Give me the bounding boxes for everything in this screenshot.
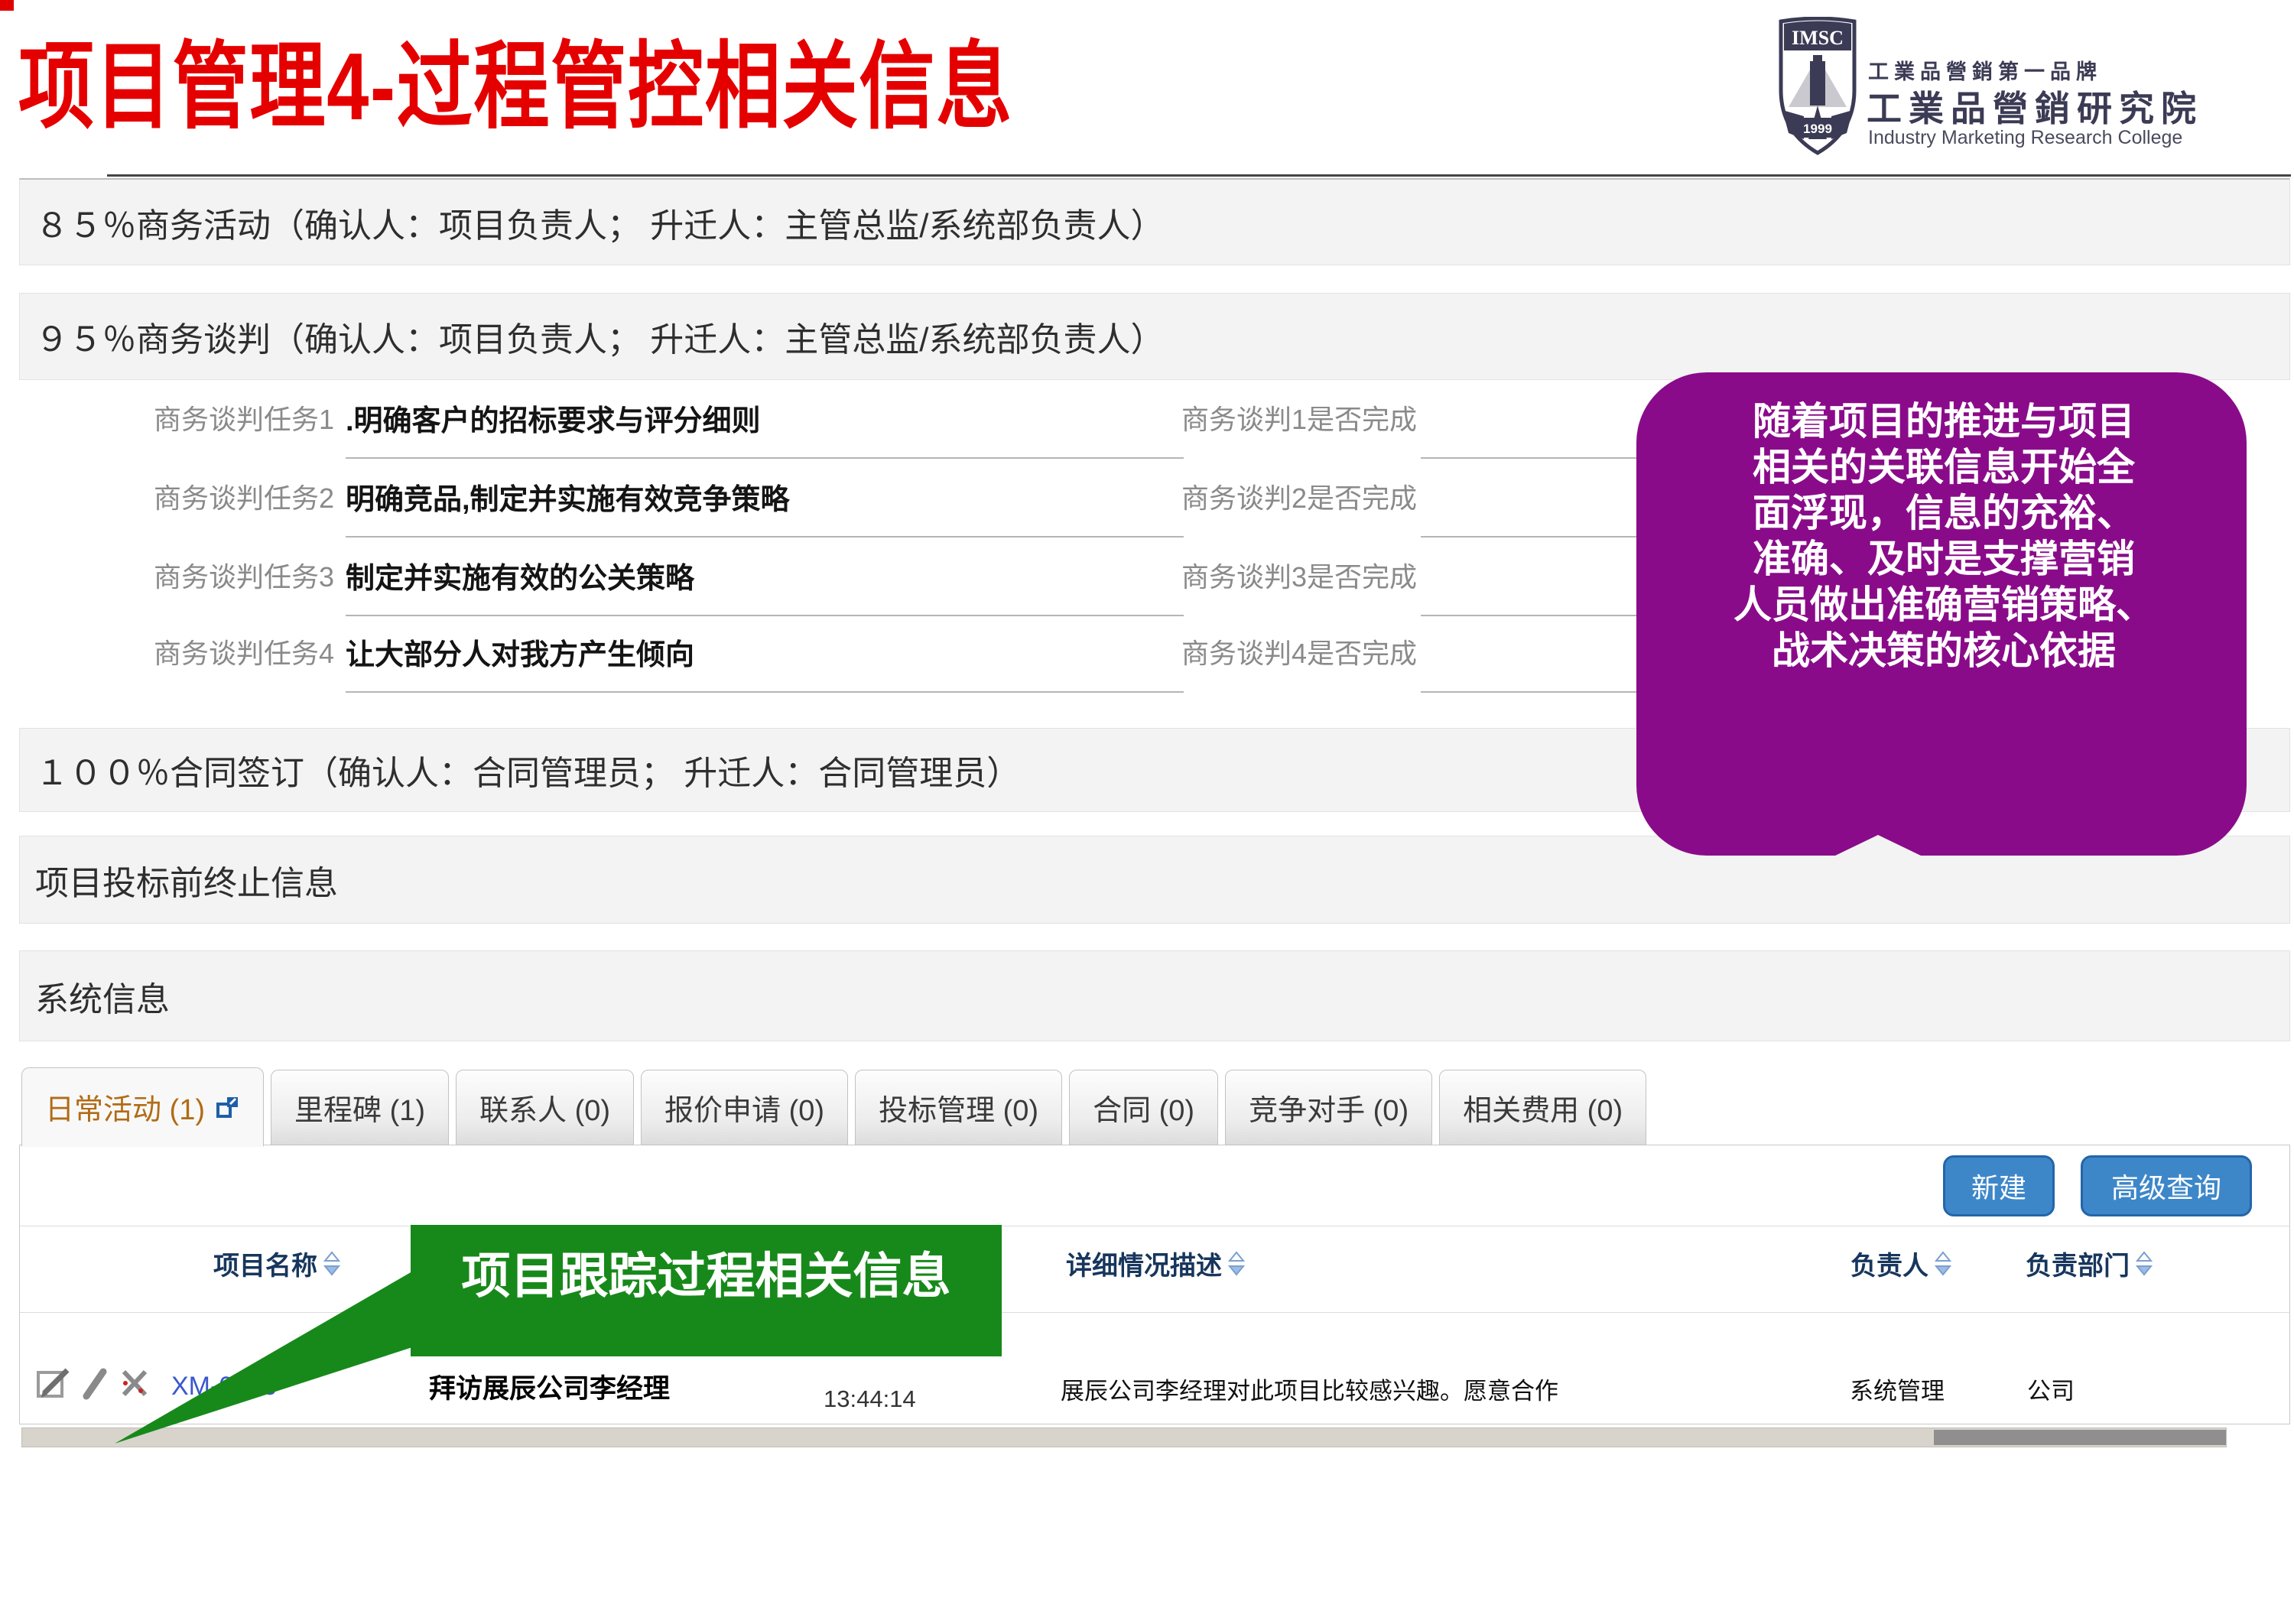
section-bar-system-info: 系统信息	[19, 950, 2290, 1041]
tab-related-costs[interactable]: 相关费用 (0)	[1439, 1070, 1646, 1145]
sort-icon	[1228, 1251, 1245, 1277]
green-callout-arrow	[107, 1254, 436, 1453]
activity-time-cell: 13:44:14	[824, 1385, 916, 1413]
column-header-label: 负责人	[1850, 1245, 1928, 1282]
description-cell: 展辰公司李经理对此项目比较感兴趣。愿意合作	[1061, 1372, 1558, 1406]
sort-icon	[1935, 1251, 1951, 1277]
column-header-description[interactable]: 详细情况描述	[1066, 1245, 1245, 1282]
field-value: 制定并实施有效的公关策略	[346, 554, 694, 596]
tab-label: 日常活动 (1)	[45, 1086, 205, 1128]
green-annotation-callout: 项目跟踪过程相关信息	[411, 1225, 1002, 1356]
page-title: 项目管理4-过程管控相关信息	[18, 40, 1013, 135]
column-header-department[interactable]: 负责部门	[2026, 1245, 2153, 1282]
purple-annotation-bubble: 随着项目的推进与项目 相关的关联信息开始全 面浮现，信息的充裕、 准确、及时是支…	[1636, 372, 2247, 856]
tab-label: 相关费用 (0)	[1463, 1086, 1623, 1129]
tab-contacts[interactable]: 联系人 (0)	[456, 1070, 634, 1145]
field-value: 明确竞品,制定并实施有效竞争策略	[346, 476, 790, 518]
field-label: 商务谈判任务1	[154, 398, 334, 437]
tab-quotation-request[interactable]: 报价申请 (0)	[641, 1070, 848, 1145]
tab-daily-activity[interactable]: 日常活动 (1)	[21, 1067, 264, 1147]
section-bar-business-activity: ８５％商务活动（确认人：项目负责人； 升迁人：主管总监/系统部负责人）	[19, 178, 2290, 265]
section-bar-label: 项目投标前终止信息	[35, 856, 338, 905]
scrollbar-thumb[interactable]	[1934, 1430, 2226, 1445]
svg-text:1999: 1999	[1803, 122, 1832, 136]
status-field-label: 商务谈判4是否完成	[1181, 632, 1411, 671]
tab-milestone[interactable]: 里程碑 (1)	[271, 1070, 449, 1145]
status-field-label: 商务谈判2是否完成	[1181, 476, 1411, 516]
tab-label: 里程碑 (1)	[294, 1086, 425, 1129]
tab-competitors[interactable]: 竞争对手 (0)	[1225, 1070, 1432, 1145]
logo-org-name: 工業品營銷研究院	[1867, 81, 2203, 132]
svg-text:IMSC: IMSC	[1792, 27, 1844, 49]
purple-bubble-tail	[1834, 835, 1922, 856]
sort-icon	[2136, 1251, 2153, 1277]
tab-label: 联系人 (0)	[479, 1086, 610, 1129]
popout-icon[interactable]	[216, 1095, 240, 1119]
activity-name-cell: 拜访展辰公司李经理	[429, 1367, 670, 1406]
slide-corner-mark	[0, 0, 14, 11]
open-record-icon[interactable]	[35, 1366, 72, 1401]
tab-label: 投标管理 (0)	[879, 1086, 1038, 1129]
tab-label: 报价申请 (0)	[664, 1086, 824, 1129]
section-bar-label: ８５％商务活动（确认人：项目负责人； 升迁人：主管总监/系统部负责人）	[35, 198, 1164, 247]
field-label: 商务谈判任务4	[154, 632, 334, 671]
tab-contract[interactable]: 合同 (0)	[1069, 1070, 1218, 1145]
new-button-label: 新建	[1971, 1166, 2026, 1206]
column-header-label: 负责部门	[2026, 1245, 2130, 1282]
task-input-field[interactable]	[346, 536, 1184, 538]
related-info-tabbar: 日常活动 (1) 里程碑 (1) 联系人 (0) 报价申请 (0) 投标管理 (…	[21, 1067, 1646, 1145]
task-input-field[interactable]	[346, 457, 1184, 459]
advanced-query-button[interactable]: 高级查询	[2081, 1155, 2252, 1216]
field-label: 商务谈判任务2	[154, 476, 334, 516]
edit-pencil-icon[interactable]	[81, 1366, 109, 1401]
tab-label: 合同 (0)	[1093, 1086, 1194, 1129]
department-cell: 公司	[2027, 1372, 2075, 1406]
new-button[interactable]: 新建	[1943, 1155, 2055, 1216]
column-header-owner[interactable]: 负责人	[1850, 1245, 1951, 1282]
advanced-query-button-label: 高级查询	[2111, 1166, 2221, 1206]
imsc-shield-icon: IMSC 1999	[1778, 17, 1857, 156]
field-value: .明确客户的招标要求与评分细则	[346, 397, 761, 439]
task-input-field[interactable]	[346, 691, 1184, 693]
status-field-label: 商务谈判1是否完成	[1181, 398, 1411, 437]
title-divider	[107, 174, 2291, 177]
imsc-logo: IMSC 1999 工業品營銷第一品牌 工業品營銷研究院 Industry Ma…	[1778, 11, 2290, 164]
column-header-label: 详细情况描述	[1066, 1245, 1222, 1282]
section-bar-business-negotiation: ９５％商务谈判（确认人：项目负责人； 升迁人：主管总监/系统部负责人）	[19, 293, 2290, 380]
tab-label: 竞争对手 (0)	[1249, 1086, 1409, 1129]
field-value: 让大部分人对我方产生倾向	[346, 631, 694, 673]
status-field-label: 商务谈判3是否完成	[1181, 555, 1411, 595]
owner-cell: 系统管理	[1850, 1372, 1945, 1406]
section-bar-label: 系统信息	[35, 972, 170, 1021]
tab-bid-management[interactable]: 投标管理 (0)	[855, 1070, 1062, 1145]
section-bar-label: １００％合同签订（确认人：合同管理员； 升迁人：合同管理员）	[35, 745, 1020, 794]
section-bar-label: ９５％商务谈判（确认人：项目负责人； 升迁人：主管总监/系统部负责人）	[35, 312, 1164, 361]
field-label: 商务谈判任务3	[154, 555, 334, 595]
logo-org-name-en: Industry Marketing Research College	[1868, 127, 2182, 149]
